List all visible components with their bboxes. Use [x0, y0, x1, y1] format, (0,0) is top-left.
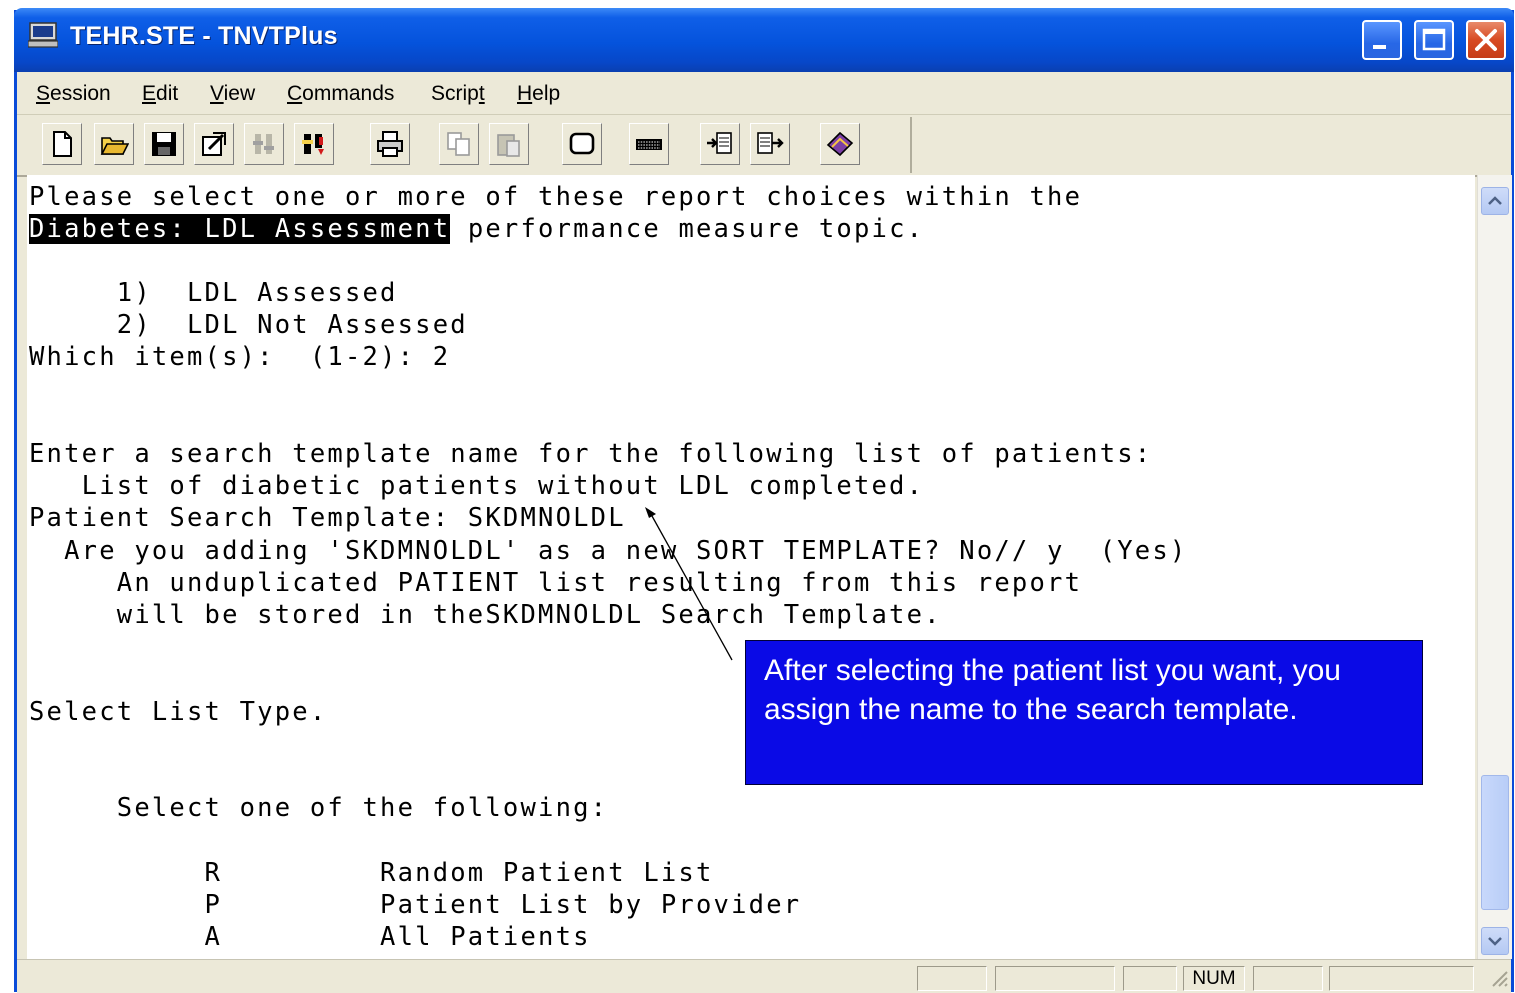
application-window: TEHR.STE - TNVTPlus Session Edit View Co… [14, 8, 1514, 993]
copy-icon [447, 132, 470, 156]
minimize-button[interactable] [1362, 20, 1402, 60]
status-panel [917, 966, 987, 991]
open-icon [100, 137, 129, 155]
status-panel [1123, 966, 1177, 991]
receive-file-button[interactable] [700, 123, 740, 165]
save-button[interactable] [144, 123, 184, 165]
close-button[interactable] [1466, 20, 1506, 60]
terminal-line: P Patient List by Provider [29, 890, 802, 920]
status-bar: NUM [17, 959, 1511, 993]
maximize-icon [1422, 28, 1446, 51]
resize-grip-icon[interactable] [1489, 968, 1509, 990]
menu-help[interactable]: Help [517, 82, 560, 106]
terminal-line: An unduplicated PATIENT list resulting f… [29, 568, 1083, 598]
terminal-line-topic: Diabetes: LDL Assessment performance mea… [29, 213, 924, 245]
num-lock-indicator: NUM [1183, 966, 1245, 991]
properties-icon [202, 132, 226, 156]
status-panel [1329, 966, 1474, 991]
terminal-line: 1) LDL Assessed [29, 278, 398, 308]
settings-icon [302, 134, 324, 155]
help-book-icon [826, 131, 854, 157]
chevron-up-icon [1488, 196, 1502, 205]
window-title: TEHR.STE - TNVTPlus [70, 22, 338, 50]
toolbar [17, 115, 1511, 177]
terminal-line: Enter a search template name for the fol… [29, 439, 1153, 469]
terminal-line: List of diabetic patients without LDL co… [29, 471, 925, 501]
scroll-down-button[interactable] [1481, 927, 1509, 955]
annotation-callout: After selecting the patient list you wan… [745, 640, 1423, 785]
close-icon [1475, 29, 1497, 51]
new-icon [53, 131, 72, 157]
terminal-line: Which item(s): (1-2): 2 [29, 342, 451, 372]
terminal-line: A All Patients [29, 922, 591, 952]
menu-bar: Session Edit View Commands Script Help [17, 72, 1511, 115]
receive-file-icon [707, 132, 732, 154]
terminal-line: Please select one or more of these repor… [29, 182, 1083, 212]
send-file-button[interactable] [750, 123, 790, 165]
minimize-icon [1373, 45, 1386, 49]
paste-button[interactable] [489, 123, 529, 165]
terminal-line: R Random Patient List [29, 858, 714, 888]
status-panel [1253, 966, 1323, 991]
settings-button[interactable] [294, 123, 334, 165]
keyboard-icon [636, 139, 662, 150]
help-book-button[interactable] [820, 123, 860, 165]
terminal-line: Are you adding 'SKDMNOLDL' as a new SORT… [29, 536, 1188, 566]
screen-button[interactable] [562, 123, 602, 165]
print-icon [377, 131, 403, 157]
keyboard-button[interactable] [629, 123, 669, 165]
menu-edit[interactable]: Edit [142, 82, 178, 106]
menu-view[interactable]: View [210, 82, 255, 106]
title-bar[interactable]: TEHR.STE - TNVTPlus [14, 8, 1514, 72]
settings-disabled-icon [253, 134, 274, 154]
copy-button[interactable] [439, 123, 479, 165]
terminal-app-icon [28, 22, 58, 48]
chevron-down-icon [1488, 937, 1502, 946]
paste-icon [497, 134, 520, 157]
vertical-scrollbar[interactable] [1477, 175, 1512, 959]
status-panel [995, 966, 1115, 991]
menu-script[interactable]: Script [431, 82, 485, 106]
terminal-line: Select one of the following: [29, 793, 609, 823]
toolbar-separator [910, 117, 912, 173]
terminal-line: 2) LDL Not Assessed [29, 310, 468, 340]
terminal-line: Patient Search Template: SKDMNOLDL [29, 503, 626, 533]
print-button[interactable] [370, 123, 410, 165]
properties-button[interactable] [194, 123, 234, 165]
scrollbar-thumb[interactable] [1481, 775, 1509, 910]
terminal-line: will be stored in theSKDMNOLDL Search Te… [29, 600, 942, 630]
menu-session[interactable]: Session [36, 82, 111, 106]
menu-commands[interactable]: Commands [287, 82, 394, 106]
new-button[interactable] [42, 123, 82, 165]
highlighted-topic: Diabetes: LDL Assessment [29, 214, 451, 244]
terminal-screen[interactable]: Please select one or more of these repor… [27, 175, 1475, 959]
maximize-button[interactable] [1414, 20, 1454, 60]
scroll-up-button[interactable] [1481, 187, 1509, 215]
send-file-icon [757, 132, 784, 154]
terminal-line: Select List Type. [29, 697, 328, 727]
screen-icon [569, 132, 595, 155]
terminal-line-topic-rest: performance measure topic. [450, 214, 925, 244]
save-icon [152, 132, 176, 156]
open-button[interactable] [94, 123, 134, 165]
settings-disabled-button[interactable] [244, 123, 284, 165]
